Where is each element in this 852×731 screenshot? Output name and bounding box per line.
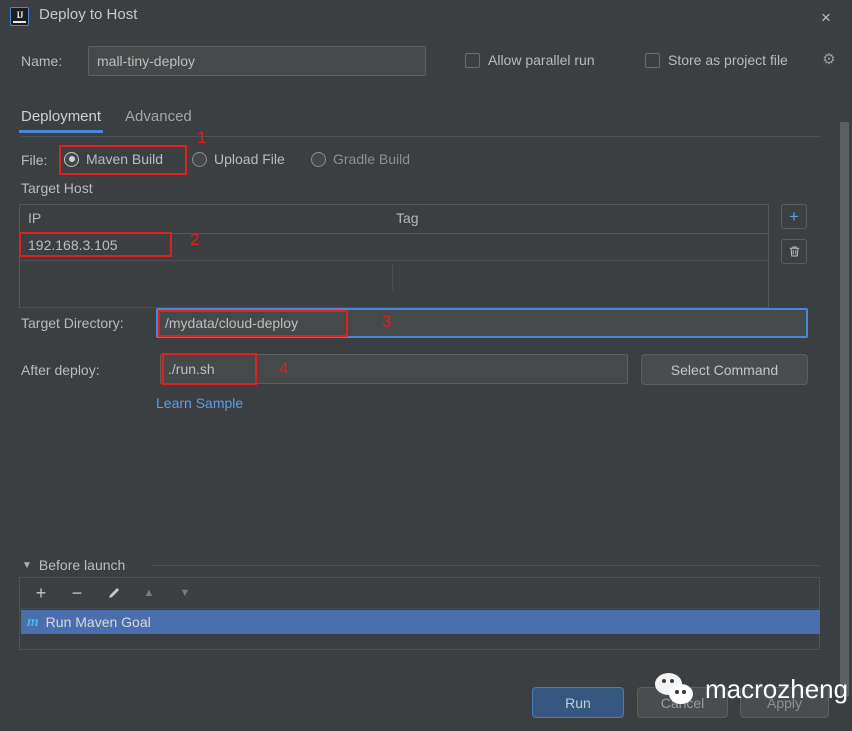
before-launch-divider <box>152 565 820 566</box>
target-host-table[interactable]: IP Tag 192.168.3.105 <box>19 204 769 308</box>
before-launch-panel: + − ▲ ▼ m Run Maven Goal <box>19 577 820 650</box>
table-header: IP Tag <box>20 205 768 234</box>
radio-gradle-build[interactable]: Gradle Build <box>311 151 410 167</box>
allow-parallel-run-checkbox[interactable]: Allow parallel run <box>465 52 595 68</box>
radio-upload-file-label: Upload File <box>214 151 285 167</box>
cancel-button[interactable]: Cancel <box>637 687 728 718</box>
maven-icon: m <box>27 613 39 630</box>
window-title: Deploy to Host <box>39 6 138 23</box>
pencil-icon <box>108 587 119 598</box>
move-down-icon[interactable]: ▼ <box>174 582 196 604</box>
delete-host-button[interactable] <box>781 239 807 264</box>
after-deploy-label: After deploy: <box>21 362 100 378</box>
radio-upload-file[interactable]: Upload File <box>192 151 285 167</box>
checkbox-box <box>465 52 480 68</box>
intellij-idea-icon: IJ <box>10 7 29 26</box>
before-launch-title: Before launch <box>38 557 126 573</box>
store-as-project-file-label: Store as project file <box>668 52 788 68</box>
annotation-number-3: 3 <box>382 312 392 331</box>
run-button[interactable]: Run <box>532 687 624 718</box>
edit-task-icon[interactable] <box>102 582 124 604</box>
apply-button[interactable]: Apply <box>740 687 829 718</box>
gear-icon[interactable]: ⚙ <box>820 51 838 69</box>
column-header-ip: IP <box>28 210 42 226</box>
tab-divider <box>21 136 821 137</box>
before-launch-toolbar: + − ▲ ▼ <box>20 578 819 609</box>
checkbox-box <box>645 52 660 68</box>
tab-advanced[interactable]: Advanced <box>125 108 192 133</box>
radio-circle <box>64 151 79 167</box>
vertical-scrollbar[interactable] <box>838 34 852 696</box>
list-item[interactable]: m Run Maven Goal <box>21 610 820 634</box>
file-label: File: <box>21 152 48 168</box>
tab-bar: Deployment Advanced <box>18 108 192 133</box>
annotation-number-2: 2 <box>190 230 200 249</box>
ij-icon-underline <box>13 21 26 23</box>
target-directory-input[interactable] <box>156 308 808 338</box>
before-launch-header[interactable]: ▼ Before launch <box>22 557 125 573</box>
close-icon[interactable]: × <box>814 5 838 29</box>
store-as-project-file-checkbox[interactable]: Store as project file <box>645 52 788 68</box>
remove-task-icon[interactable]: − <box>66 582 88 604</box>
title-bar: IJ Deploy to Host × <box>0 0 852 34</box>
target-host-label: Target Host <box>21 180 93 196</box>
learn-sample-link[interactable]: Learn Sample <box>156 395 243 411</box>
collapse-triangle-icon[interactable]: ▼ <box>22 560 32 571</box>
list-item-label: Run Maven Goal <box>45 614 151 630</box>
ij-icon-glyph: IJ <box>16 10 23 20</box>
target-directory-label: Target Directory: <box>21 315 124 331</box>
after-deploy-input[interactable] <box>160 354 628 384</box>
radio-circle <box>311 151 326 167</box>
table-row[interactable]: 192.168.3.105 <box>20 234 768 290</box>
cell-ip: 192.168.3.105 <box>28 237 118 253</box>
name-input[interactable] <box>88 46 426 76</box>
add-task-icon[interactable]: + <box>30 582 52 604</box>
radio-gradle-build-label: Gradle Build <box>333 151 411 167</box>
radio-maven-build-label: Maven Build <box>86 151 164 167</box>
deploy-to-host-dialog: IJ Deploy to Host × Name: Allow parallel… <box>0 0 852 731</box>
add-host-button[interactable]: + <box>781 204 807 229</box>
trash-icon <box>789 246 799 257</box>
column-header-tag: Tag <box>396 210 419 226</box>
annotation-number-1: 1 <box>197 128 207 147</box>
radio-maven-build[interactable]: Maven Build <box>64 151 163 167</box>
radio-circle <box>192 151 207 167</box>
tab-deployment[interactable]: Deployment <box>18 108 104 133</box>
scrollbar-thumb[interactable] <box>840 122 849 696</box>
move-up-icon[interactable]: ▲ <box>138 582 160 604</box>
select-command-button[interactable]: Select Command <box>641 354 808 385</box>
annotation-number-4: 4 <box>279 359 289 378</box>
table-empty-area[interactable] <box>20 261 768 308</box>
name-label: Name: <box>21 53 63 69</box>
allow-parallel-run-label: Allow parallel run <box>488 52 595 68</box>
